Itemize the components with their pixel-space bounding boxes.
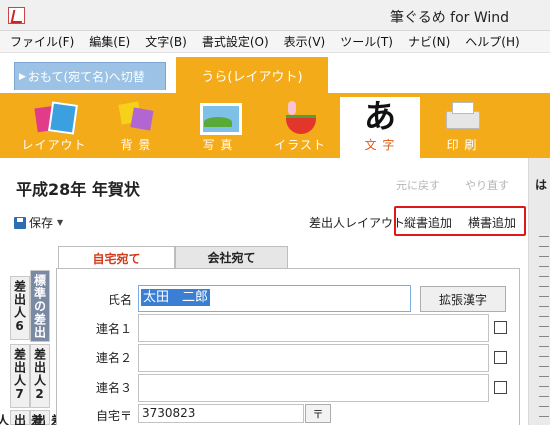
ribbon-layout-button[interactable]: レイアウト: [14, 97, 94, 157]
sender-panel: 平成28年 年賀状 元に戻す やり直す 保存 ▼ 差出人レイアウト 縦書追加 横…: [0, 158, 528, 425]
joint-name-3-checkbox[interactable]: [494, 381, 507, 394]
add-horizontal-button[interactable]: 横書追加: [468, 214, 516, 231]
preview-heading: は: [535, 178, 548, 192]
ribbon-label: 背 景: [120, 138, 152, 152]
add-vertical-button[interactable]: 縦書追加: [404, 214, 452, 231]
extended-kanji-button[interactable]: 拡張漢字: [420, 286, 506, 312]
ribbon-label: 文 字: [364, 138, 396, 152]
ribbon-photo-button[interactable]: 写 真: [178, 97, 258, 157]
name-field[interactable]: 太田 二郎: [138, 285, 411, 312]
menu-tools[interactable]: ツール(T): [340, 33, 393, 50]
joint-name-2-label: 連名２: [96, 351, 133, 365]
name-label: 氏名: [108, 293, 133, 307]
mode-tab-bar: ▶ おもて(宛て名)へ切替 うら(レイアウト): [0, 53, 550, 93]
menu-edit[interactable]: 編集(E): [89, 33, 130, 50]
illustration-icon: [280, 99, 320, 134]
layout-icon: [34, 99, 74, 133]
chevron-down-icon: ▼: [57, 218, 64, 227]
joint-name-1-checkbox[interactable]: [494, 321, 507, 334]
side-tab-sender-2[interactable]: 差出人2: [30, 344, 50, 408]
menu-text[interactable]: 文字(B): [145, 33, 187, 50]
joint-name-2-field[interactable]: [138, 344, 489, 372]
zip-label: 自宅〒: [96, 409, 133, 423]
triangle-right-icon: ▶: [19, 71, 26, 82]
tab-omote-switch[interactable]: ▶ おもて(宛て名)へ切替: [14, 62, 166, 90]
preview-ruler: [539, 236, 549, 425]
joint-name-3-field[interactable]: [138, 374, 489, 402]
side-tab-sender-7[interactable]: 差出人7: [10, 344, 30, 408]
redo-button[interactable]: やり直す: [465, 177, 509, 193]
tab-ura-layout[interactable]: うら(レイアウト): [176, 57, 328, 93]
menu-help[interactable]: ヘルプ(H): [465, 33, 519, 50]
side-tab-sender-6[interactable]: 差出人6: [10, 276, 30, 340]
joint-name-1-field[interactable]: [138, 314, 489, 342]
menu-view[interactable]: 表示(V): [284, 33, 326, 50]
side-tab-standard[interactable]: 標準の差出: [30, 270, 50, 342]
name-field-value: 太田 二郎: [141, 289, 211, 306]
window-title: 筆ぐるめ for Wind: [390, 10, 510, 26]
ribbon-label: 写 真: [202, 138, 234, 152]
menu-file[interactable]: ファイル(F): [10, 33, 74, 50]
panel-toolbar: 保存 ▼ 差出人レイアウト 縦書追加 横書追加: [0, 206, 528, 236]
ribbon-label: 印 刷: [446, 138, 478, 152]
tab-omote-label: おもて(宛て名)へ切替: [27, 70, 145, 84]
tab-home-address[interactable]: 自宅宛て: [58, 246, 175, 269]
zip-lookup-button[interactable]: 〒: [305, 404, 331, 423]
ribbon-background-button[interactable]: 背 景: [96, 97, 176, 157]
ribbon-illustration-button[interactable]: イラスト: [260, 97, 340, 157]
joint-name-2-checkbox[interactable]: [494, 351, 507, 364]
tab-company-address[interactable]: 会社宛て: [175, 246, 288, 268]
preview-strip: は: [528, 158, 550, 425]
title-bar: 筆ぐるめ for Wind: [0, 0, 550, 31]
app-icon: [8, 7, 25, 24]
ribbon-text-button[interactable]: あ 文 字: [340, 94, 420, 158]
joint-name-3-label: 連名３: [96, 381, 133, 395]
save-button[interactable]: 保存 ▼: [14, 214, 63, 231]
zip-field[interactable]: 3730823: [138, 404, 304, 423]
printer-icon: [442, 99, 482, 133]
ribbon-label: レイアウト: [21, 138, 87, 152]
sender-layout-button[interactable]: 差出人レイアウト: [309, 214, 405, 231]
ribbon-print-button[interactable]: 印 刷: [422, 97, 502, 157]
ribbon-toolbar: レイアウト 背 景 写 真 イラスト あ 文 字 印 刷: [0, 93, 550, 158]
save-label: 保存: [29, 216, 54, 230]
joint-name-1-label: 連名１: [96, 322, 133, 336]
side-tab-sender[interactable]: 差出人: [0, 410, 44, 425]
menu-bar: ファイル(F) 編集(E) 文字(B) 書式設定(O) 表示(V) ツール(T)…: [0, 31, 550, 53]
background-icon: [116, 99, 156, 133]
menu-navi[interactable]: ナビ(N): [408, 33, 450, 50]
page-title: 平成28年 年賀状: [16, 180, 140, 199]
undo-button[interactable]: 元に戻す: [396, 177, 440, 193]
save-icon: [14, 216, 26, 229]
ribbon-label: イラスト: [274, 138, 326, 152]
text-icon: あ: [363, 97, 396, 135]
photo-icon: [198, 99, 242, 135]
menu-format[interactable]: 書式設定(O): [202, 33, 269, 50]
